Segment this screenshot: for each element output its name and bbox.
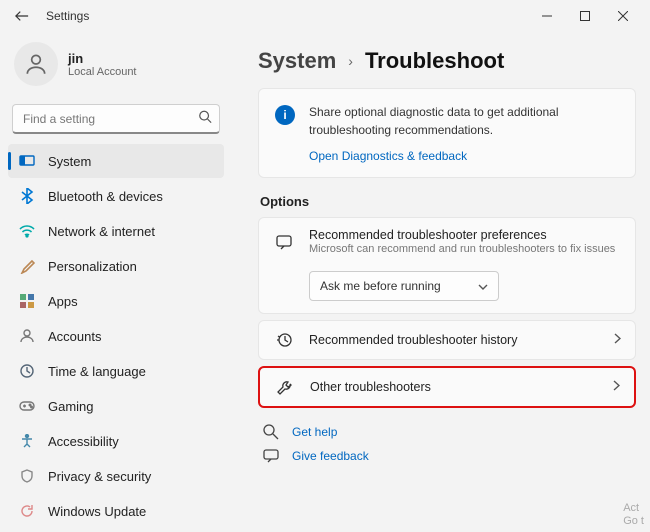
sidebar-item-label: Accessibility — [48, 434, 119, 449]
sidebar-item-accounts[interactable]: Accounts — [8, 319, 224, 353]
sidebar-item-gaming[interactable]: Gaming — [8, 389, 224, 423]
sidebar-item-label: Apps — [48, 294, 78, 309]
get-help-link[interactable]: Get help — [260, 420, 636, 444]
user-profile[interactable]: jin Local Account — [6, 36, 226, 100]
system-icon — [18, 152, 36, 170]
close-button[interactable] — [604, 2, 642, 30]
person-icon — [18, 327, 36, 345]
bluetooth-icon — [18, 187, 36, 205]
brush-icon — [18, 257, 36, 275]
sidebar-item-privacy[interactable]: Privacy & security — [8, 459, 224, 493]
sidebar-item-label: Windows Update — [48, 504, 146, 519]
user-subtitle: Local Account — [68, 66, 137, 78]
update-icon — [18, 502, 36, 520]
breadcrumb-parent[interactable]: System — [258, 48, 336, 74]
sidebar-item-label: Personalization — [48, 259, 137, 274]
chevron-right-icon — [613, 378, 620, 396]
sidebar-item-accessibility[interactable]: Accessibility — [8, 424, 224, 458]
back-button[interactable] — [8, 2, 36, 30]
diagnostics-info-card: i Share optional diagnostic data to get … — [258, 88, 636, 178]
options-heading: Options — [260, 194, 636, 209]
chevron-right-icon — [614, 331, 621, 349]
dropdown-value: Ask me before running — [320, 279, 441, 293]
sidebar-item-label: Privacy & security — [48, 469, 151, 484]
chat-icon — [273, 233, 295, 251]
search-input[interactable] — [12, 104, 220, 134]
sidebar-item-apps[interactable]: Apps — [8, 284, 224, 318]
breadcrumb: System › Troubleshoot — [258, 48, 636, 74]
sidebar-item-update[interactable]: Windows Update — [8, 494, 224, 528]
activation-watermark: Act Go t — [623, 502, 644, 528]
info-text: Share optional diagnostic data to get ad… — [309, 103, 619, 139]
wrench-icon — [274, 378, 296, 396]
page-title: Troubleshoot — [365, 48, 504, 74]
history-title: Recommended troubleshooter history — [309, 333, 600, 347]
help-icon — [260, 424, 282, 440]
other-troubleshooters-row[interactable]: Other troubleshooters — [258, 366, 636, 408]
wifi-icon — [18, 222, 36, 240]
shield-icon — [18, 467, 36, 485]
sidebar-item-label: Bluetooth & devices — [48, 189, 163, 204]
search-icon — [198, 110, 212, 129]
sidebar-item-system[interactable]: System — [8, 144, 224, 178]
feedback-icon — [260, 448, 282, 464]
sidebar-item-personalization[interactable]: Personalization — [8, 249, 224, 283]
sidebar-item-time[interactable]: Time & language — [8, 354, 224, 388]
avatar — [14, 42, 58, 86]
chevron-right-icon: › — [348, 53, 353, 69]
sidebar-item-label: Gaming — [48, 399, 94, 414]
chevron-down-icon — [478, 279, 488, 293]
prefs-title: Recommended troubleshooter preferences — [309, 228, 621, 242]
sidebar-item-label: Accounts — [48, 329, 101, 344]
prefs-dropdown[interactable]: Ask me before running — [309, 271, 499, 301]
open-diagnostics-link[interactable]: Open Diagnostics & feedback — [309, 149, 619, 163]
footer-label: Give feedback — [292, 449, 369, 463]
other-title: Other troubleshooters — [310, 380, 599, 394]
give-feedback-link[interactable]: Give feedback — [260, 444, 636, 468]
apps-icon — [18, 292, 36, 310]
sidebar-item-bluetooth[interactable]: Bluetooth & devices — [8, 179, 224, 213]
sidebar-item-label: System — [48, 154, 91, 169]
gaming-icon — [18, 397, 36, 415]
user-name: jin — [68, 51, 137, 66]
minimize-button[interactable] — [528, 2, 566, 30]
footer-label: Get help — [292, 425, 337, 439]
accessibility-icon — [18, 432, 36, 450]
prefs-sub: Microsoft can recommend and run troubles… — [309, 243, 621, 255]
troubleshooter-history-row[interactable]: Recommended troubleshooter history — [258, 320, 636, 360]
history-icon — [273, 331, 295, 349]
info-icon: i — [275, 105, 295, 125]
sidebar-item-network[interactable]: Network & internet — [8, 214, 224, 248]
sidebar-item-label: Network & internet — [48, 224, 155, 239]
window-title: Settings — [46, 9, 89, 23]
troubleshooter-prefs-card: Recommended troubleshooter preferences M… — [258, 217, 636, 314]
clock-icon — [18, 362, 36, 380]
sidebar-item-label: Time & language — [48, 364, 146, 379]
maximize-button[interactable] — [566, 2, 604, 30]
